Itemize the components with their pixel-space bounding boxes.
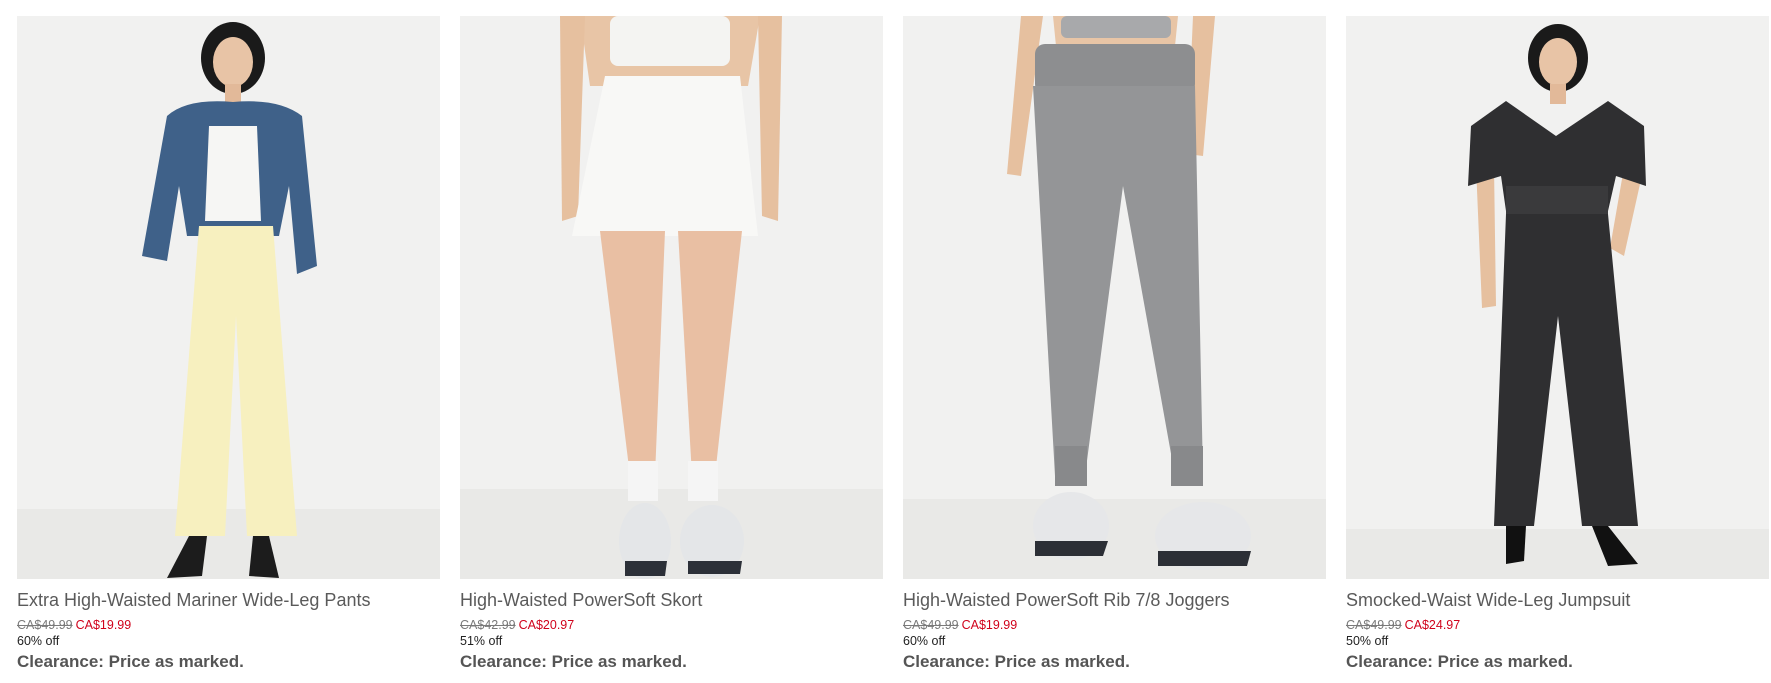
product-name[interactable]: Extra High-Waisted Mariner Wide-Leg Pant… xyxy=(17,589,440,611)
original-price: CA$49.99 xyxy=(17,618,73,632)
original-price: CA$49.99 xyxy=(903,618,959,632)
discount-label: 51% off xyxy=(460,634,503,648)
product-card[interactable]: Smocked-Waist Wide-Leg Jumpsuit CA$49.99… xyxy=(1346,16,1769,673)
sale-price: CA$19.99 xyxy=(961,618,1018,632)
discount-label: 60% off xyxy=(17,634,60,648)
product-image[interactable] xyxy=(1346,16,1769,579)
price-row: CA$49.99 CA$19.99 xyxy=(17,618,440,633)
product-card[interactable]: High-Waisted PowerSoft Skort CA$42.99 CA$… xyxy=(460,16,883,673)
sale-price: CA$19.99 xyxy=(75,618,132,632)
product-name[interactable]: High-Waisted PowerSoft Skort xyxy=(460,589,883,611)
model-illustration xyxy=(1007,16,1251,570)
product-card[interactable]: High-Waisted PowerSoft Rib 7/8 Joggers C… xyxy=(903,16,1326,673)
price-row: CA$49.99 CA$19.99 xyxy=(903,618,1326,633)
product-image[interactable] xyxy=(17,16,440,579)
sale-price: CA$24.97 xyxy=(1404,618,1461,632)
clearance-label: Clearance: Price as marked. xyxy=(460,652,687,671)
product-image[interactable] xyxy=(460,16,883,579)
discount-label: 50% off xyxy=(1346,634,1389,648)
original-price: CA$49.99 xyxy=(1346,618,1402,632)
model-illustration xyxy=(142,22,317,578)
product-name[interactable]: High-Waisted PowerSoft Rib 7/8 Joggers xyxy=(903,589,1326,611)
model-illustration xyxy=(1468,24,1646,566)
product-card[interactable]: Extra High-Waisted Mariner Wide-Leg Pant… xyxy=(17,16,440,673)
price-row: CA$49.99 CA$24.97 xyxy=(1346,618,1769,633)
clearance-label: Clearance: Price as marked. xyxy=(903,652,1130,671)
clearance-label: Clearance: Price as marked. xyxy=(17,652,244,671)
product-image[interactable] xyxy=(903,16,1326,579)
price-row: CA$42.99 CA$20.97 xyxy=(460,618,883,633)
sale-price: CA$20.97 xyxy=(518,618,575,632)
product-name[interactable]: Smocked-Waist Wide-Leg Jumpsuit xyxy=(1346,589,1769,611)
product-grid: Extra High-Waisted Mariner Wide-Leg Pant… xyxy=(17,16,1769,673)
discount-label: 60% off xyxy=(903,634,946,648)
original-price: CA$42.99 xyxy=(460,618,516,632)
model-illustration xyxy=(560,16,782,579)
clearance-label: Clearance: Price as marked. xyxy=(1346,652,1573,671)
